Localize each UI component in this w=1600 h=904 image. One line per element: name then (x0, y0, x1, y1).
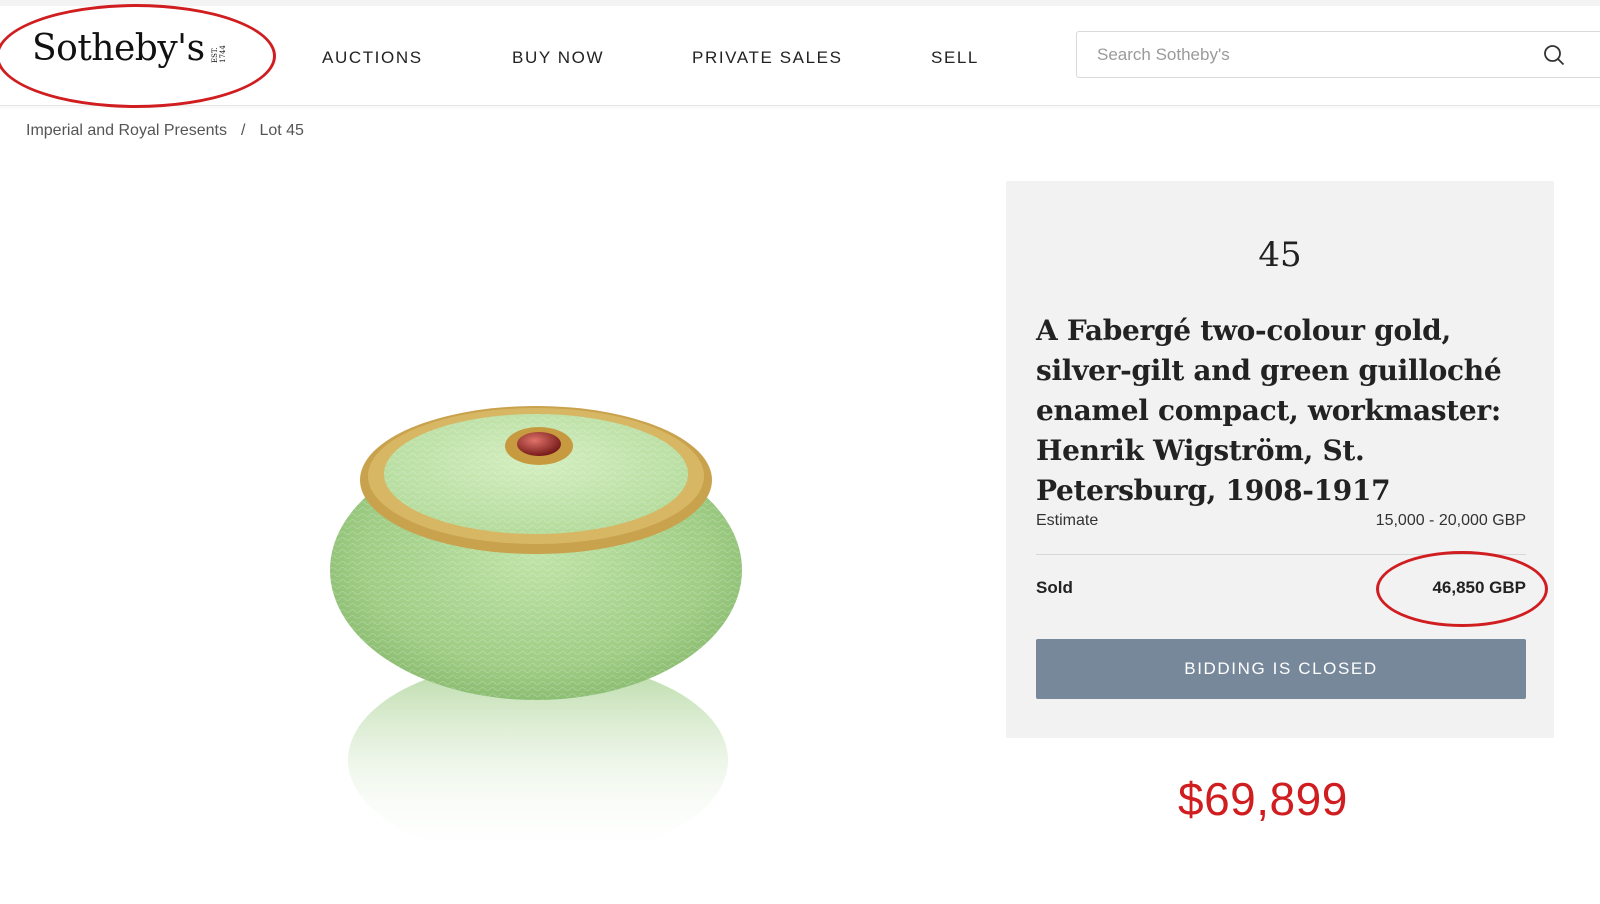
site-header: Sotheby's EST. 1744 AUCTIONS BUY NOW PRI… (0, 4, 1600, 108)
bidding-closed-button[interactable]: BIDDING IS CLOSED (1036, 639, 1526, 699)
divider (1036, 554, 1526, 555)
breadcrumb-separator: / (240, 122, 246, 139)
breadcrumb: Imperial and Royal Presents / Lot 45 (26, 122, 304, 140)
estimate-label: Estimate (1036, 512, 1099, 529)
nav-buy-now[interactable]: BUY NOW (512, 48, 604, 68)
estimate-row: Estimate 15,000 - 20,000 GBP (1036, 512, 1526, 530)
lot-title: A Fabergé two-colour gold, silver-gilt a… (1036, 314, 1502, 507)
nav-auctions[interactable]: AUCTIONS (322, 48, 423, 68)
logo-established: EST. 1744 (210, 44, 227, 63)
search-box[interactable] (1076, 31, 1600, 78)
nav-private-sales[interactable]: PRIVATE SALES (692, 48, 843, 68)
logo[interactable]: Sotheby's EST. 1744 (32, 28, 227, 69)
product-image[interactable] (310, 380, 770, 870)
breadcrumb-auction-link[interactable]: Imperial and Royal Presents (26, 122, 227, 140)
search-icon[interactable] (1543, 44, 1565, 66)
estimate-value: 15,000 - 20,000 GBP (1375, 512, 1526, 529)
sold-value: 46,850 GBP (1432, 578, 1526, 597)
lot-number: 45 (1258, 235, 1302, 275)
sold-row: Sold 46,850 GBP (1036, 578, 1526, 598)
usd-conversion-annotation: $69,899 (1178, 773, 1348, 825)
lot-details-panel: 45 A Fabergé two-colour gold, silver-gil… (1006, 181, 1554, 738)
nav-sell[interactable]: SELL (931, 48, 979, 68)
sold-label: Sold (1036, 578, 1073, 597)
search-input[interactable] (1097, 44, 1517, 66)
logo-wordmark: Sotheby's (32, 28, 205, 69)
breadcrumb-current: Lot 45 (259, 122, 304, 139)
